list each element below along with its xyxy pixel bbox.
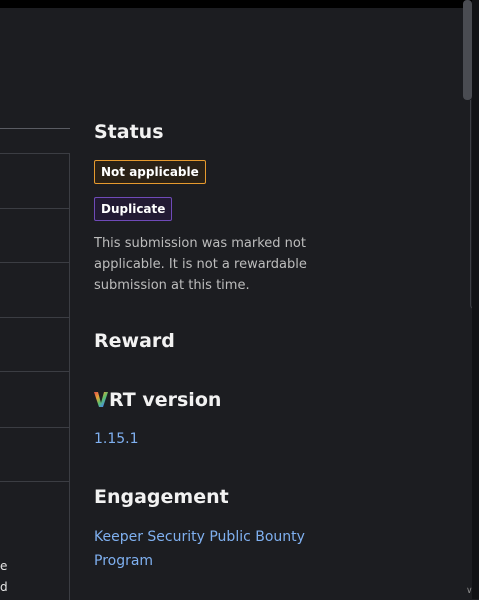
left-row-divider <box>0 262 70 263</box>
left-row-divider <box>0 481 70 482</box>
scroll-down-arrow-icon[interactable]: ∨ <box>466 586 473 596</box>
left-row-divider <box>0 317 70 318</box>
left-text-fragment: e <box>0 559 8 573</box>
vrt-version-link[interactable]: 1.15.1 <box>94 427 139 451</box>
left-text-fragment: d <box>0 580 8 594</box>
reward-heading: Reward <box>94 330 175 352</box>
status-description: This submission was marked not applicabl… <box>94 236 307 293</box>
left-panel <box>0 153 70 600</box>
status-badge-duplicate: Duplicate <box>94 197 173 221</box>
vrt-heading-text: RT version <box>109 389 222 411</box>
engagement-heading: Engagement <box>94 486 229 508</box>
left-row-divider <box>0 427 70 428</box>
left-row-divider <box>0 371 70 372</box>
left-divider <box>0 128 70 129</box>
vrt-version-heading: RT version <box>94 388 221 412</box>
status-heading: Status <box>94 121 164 143</box>
status-badge-not-applicable: Not applicable <box>94 160 206 184</box>
engagement-program-link[interactable]: Keeper Security Public Bounty Program <box>94 525 334 573</box>
vrt-logo-icon <box>94 392 108 407</box>
scrollbar-track[interactable] <box>472 0 479 599</box>
scrollbar-thumb[interactable] <box>463 0 472 100</box>
top-bar <box>0 0 479 8</box>
left-row-divider <box>0 208 70 209</box>
